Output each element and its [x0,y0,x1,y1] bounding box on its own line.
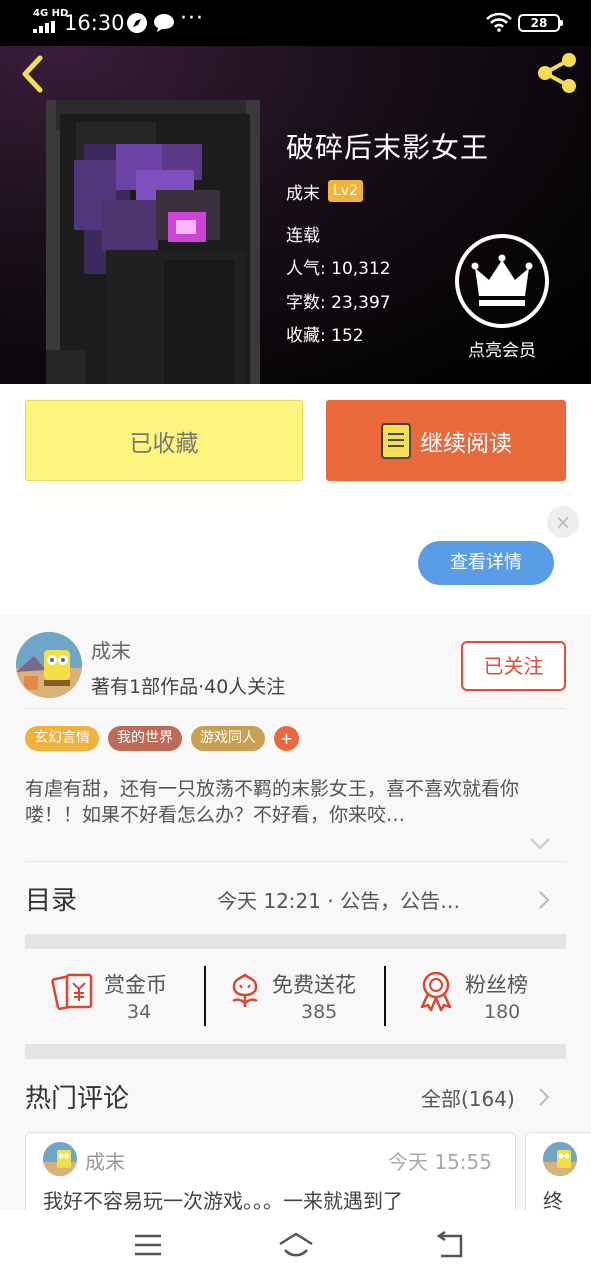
red-envelope-icon [51,973,93,1011]
latest-chapter-info: 今天 12:21 · 公告，公告… [217,889,461,913]
section-separator [25,934,566,949]
menu-icon[interactable] [131,1230,165,1260]
section-separator [25,1044,566,1059]
compass-icon [127,13,147,33]
word-count-label: 字数: [286,293,326,313]
chevron-right-icon[interactable] [538,1087,550,1107]
stat-divider [384,966,386,1026]
level-badge: Lv2 [328,180,363,202]
share-icon[interactable] [533,50,581,94]
fan-ranking-label: 粉丝榜 [465,973,528,997]
spongebob-avatar-image [543,1142,577,1176]
book-description[interactable]: 有虐有甜，还有一只放荡不羁的末影女王，喜不喜欢就看你喽！！如果不好看怎么办？不好… [25,776,566,828]
message-icon [154,14,174,32]
chevron-right-icon [539,891,550,909]
favorites-value: 152 [331,326,364,346]
reward-coins-label: 赏金币 [104,973,167,997]
tag-list: 玄幻言情 我的世界 游戏同人 + [25,726,299,751]
spongebob-avatar-image [16,632,82,698]
battery-indicator: 28 [518,14,563,32]
divider [25,708,566,709]
spongebob-avatar-image [43,1142,77,1176]
word-count-value: 23,397 [331,293,391,313]
popularity-stat: 人气: 10,312 [286,254,391,279]
author-works-info: 著有1部作品·40人关注 [91,676,286,698]
add-tag-button[interactable]: + [274,726,299,751]
vip-label[interactable]: 点亮会员 [452,336,552,361]
free-flowers-button[interactable]: 免费送花 385 [222,964,372,1034]
flower-icon [232,973,258,1007]
commenter-avatar[interactable] [543,1142,577,1176]
medal-icon [420,971,452,1012]
toc-label: 目录 [25,886,78,916]
book-title: 破碎后末影女王 [286,131,490,164]
chevron-down-icon[interactable] [529,837,551,851]
favorites-stat: 收藏: 152 [286,321,364,346]
divider [25,861,566,862]
free-flowers-label: 免费送花 [272,973,356,997]
close-icon[interactable]: × [547,506,579,538]
tag-xuanhuan-romance[interactable]: 玄幻言情 [25,726,99,751]
author-name[interactable]: 成末 [91,635,131,664]
back-nav-icon[interactable] [433,1230,467,1260]
more-notifications: ··· [180,6,204,31]
reward-coins-value: 34 [127,1001,152,1023]
enderman-cover-image [46,100,260,384]
clock: 16:30 [64,11,125,35]
book-author-row[interactable]: 成末 Lv2 [286,178,363,204]
hot-comments-title: 热门评论 [25,1084,130,1114]
action-bar: 已收藏 继续阅读 [0,384,591,497]
author-avatar[interactable] [16,632,82,698]
free-flowers-value: 385 [301,1001,338,1023]
book-author-name[interactable]: 成末 [286,179,320,204]
home-icon[interactable] [277,1230,315,1260]
all-comments-link[interactable]: 全部(164) [421,1083,515,1112]
ad-banner: × 查看详情 [0,497,591,615]
fan-ranking-value: 180 [484,1001,521,1023]
crown-icon[interactable] [455,234,549,328]
tag-minecraft[interactable]: 我的世界 [108,726,182,751]
continue-reading-label: 继续阅读 [420,430,512,457]
following-button[interactable]: 已关注 [461,641,566,691]
popularity-value: 10,312 [331,259,391,279]
fan-ranking-button[interactable]: 粉丝榜 180 [414,964,554,1034]
book-header: 破碎后末影女王 成末 Lv2 连载 人气: 10,312 字数: 23,397 … [0,46,591,384]
stat-divider [204,966,206,1026]
continue-reading-button[interactable]: 继续阅读 [326,400,566,481]
popularity-label: 人气: [286,259,326,279]
word-count-stat: 字数: 23,397 [286,288,391,313]
book-icon [381,422,411,459]
back-arrow-icon[interactable] [16,52,48,96]
wifi-icon [486,12,512,32]
favorites-label: 收藏: [286,326,326,346]
commenter-name[interactable]: 成末 [85,1146,125,1175]
commenter-avatar[interactable] [43,1142,77,1176]
status-bar: 4G HD 16:30 ··· 28 [0,0,591,46]
table-of-contents-row[interactable]: 目录 今天 12:21 · 公告，公告… [25,880,566,936]
tag-game-fanfic[interactable]: 游戏同人 [191,726,265,751]
favorited-button[interactable]: 已收藏 [25,400,303,481]
serial-status: 连载 [286,226,320,246]
system-nav-bar [0,1210,591,1280]
comment-time: 今天 15:55 [388,1150,492,1174]
signal-icon [33,21,55,33]
view-details-button[interactable]: 查看详情 [418,541,554,585]
book-details-section: 成末 著有1部作品·40人关注 已关注 玄幻言情 我的世界 游戏同人 + 有虐有… [0,615,591,1280]
reward-coins-button[interactable]: 赏金币 34 [51,964,191,1034]
book-cover[interactable] [46,100,260,384]
